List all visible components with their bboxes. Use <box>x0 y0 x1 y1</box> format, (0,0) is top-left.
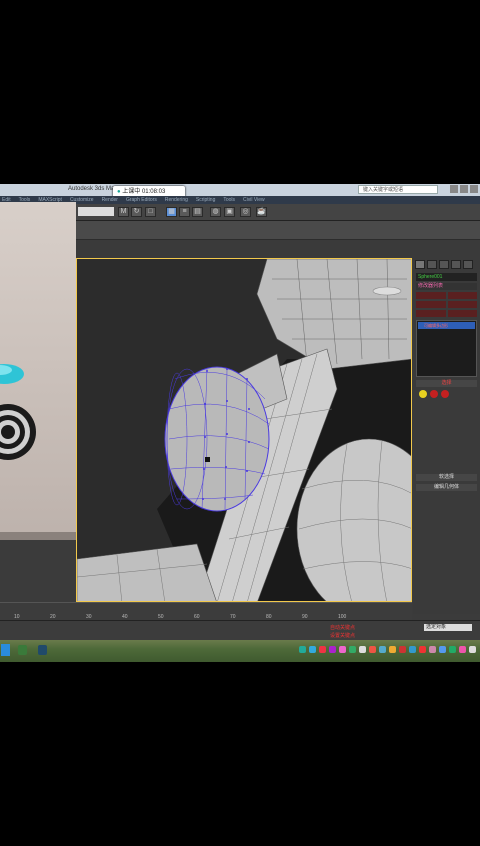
tray-app-icon[interactable] <box>319 646 326 653</box>
file-explorer-icon[interactable] <box>18 645 27 655</box>
timeline[interactable]: 10 20 30 40 50 60 70 80 90 100 <box>0 602 412 621</box>
modifier-buttons-row <box>416 292 477 299</box>
menu-item[interactable]: Scripting <box>196 196 215 204</box>
modify-tab-icon[interactable] <box>427 260 437 269</box>
system-tray <box>299 646 476 653</box>
modifier-stack[interactable]: 可编辑多边形 <box>416 320 477 377</box>
motion-tab-icon[interactable] <box>451 260 461 269</box>
tray-app-icon[interactable] <box>429 646 436 653</box>
modifier-button[interactable] <box>447 292 477 299</box>
tray-app-icon[interactable] <box>419 646 426 653</box>
tray-app-icon[interactable] <box>359 646 366 653</box>
layer-icon[interactable]: ≡ <box>179 207 190 217</box>
tray-app-icon[interactable] <box>389 646 396 653</box>
auto-key-button[interactable]: 自动关键点 <box>330 624 355 631</box>
tray-app-icon[interactable] <box>399 646 406 653</box>
rendered-object-image <box>0 364 76 540</box>
modifier-button[interactable] <box>447 301 477 308</box>
tray-app-icon[interactable] <box>469 646 476 653</box>
modifier-buttons-row <box>416 301 477 308</box>
browser-icon[interactable] <box>38 645 47 655</box>
tray-app-icon[interactable] <box>349 646 356 653</box>
render-setup-icon[interactable]: ◍ <box>210 207 221 217</box>
command-panel: Sphere001 修改器列表 可编辑多边形 选择 软选择 编辑几何体 <box>413 258 480 614</box>
menu-item[interactable]: Render <box>102 196 118 204</box>
modifier-button[interactable] <box>416 301 446 308</box>
modifier-button[interactable] <box>447 310 477 317</box>
rollout-edit-geometry-header[interactable]: 编辑几何体 <box>416 484 477 491</box>
tray-app-icon[interactable] <box>439 646 446 653</box>
polygon-mode-icon[interactable] <box>441 390 449 398</box>
tray-app-icon[interactable] <box>379 646 386 653</box>
desktop-screen: Autodesk 3ds Max 键入关键字或短语 ● 上课中 01:08:03… <box>0 184 480 662</box>
menu-item[interactable]: Rendering <box>165 196 188 204</box>
region-icon[interactable]: ▦ <box>166 207 177 217</box>
render-icon[interactable]: ▣ <box>224 207 235 217</box>
mouse-cursor <box>205 457 210 462</box>
timer-dot-icon: ● <box>117 189 121 195</box>
hierarchy-tab-icon[interactable] <box>439 260 449 269</box>
rollout-soft-selection-header[interactable]: 软选择 <box>416 474 477 481</box>
tray-app-icon[interactable] <box>299 646 306 653</box>
maximize-icon[interactable] <box>460 185 468 193</box>
material-icon[interactable]: ▤ <box>192 207 203 217</box>
window-controls <box>450 185 478 193</box>
modifier-stack-item[interactable]: 可编辑多边形 <box>418 322 475 329</box>
title-bar: Autodesk 3ds Max 键入关键字或短语 <box>0 184 480 196</box>
modifier-buttons-row <box>416 310 477 317</box>
set-key-button[interactable]: 设置关键点 <box>330 632 355 639</box>
modifier-button[interactable] <box>416 310 446 317</box>
rollout-selection-title: 选择 <box>441 380 452 386</box>
rotate-icon[interactable]: ↻ <box>131 207 142 217</box>
rollout-selection-header[interactable]: 选择 <box>416 380 477 387</box>
scale-icon[interactable]: □ <box>145 207 156 217</box>
move-icon[interactable]: M <box>118 207 129 217</box>
render-frame-window <box>0 202 76 540</box>
selection-set-dropdown[interactable] <box>78 207 114 216</box>
edge-mode-icon[interactable] <box>430 390 438 398</box>
tray-app-icon[interactable] <box>459 646 466 653</box>
windows-taskbar <box>0 640 480 662</box>
tray-app-icon[interactable] <box>309 646 316 653</box>
menu-item[interactable]: Tools <box>223 196 235 204</box>
close-icon[interactable] <box>470 185 478 193</box>
tray-app-icon[interactable] <box>339 646 346 653</box>
menu-item[interactable]: Civil View <box>243 196 265 204</box>
minimize-icon[interactable] <box>450 185 458 193</box>
display-tab-icon[interactable] <box>463 260 473 269</box>
menu-item[interactable]: Graph Editors <box>126 196 157 204</box>
tray-app-icon[interactable] <box>449 646 456 653</box>
selection-options <box>413 401 480 471</box>
modifier-list-dropdown[interactable]: 修改器列表 <box>416 283 477 290</box>
tray-app-icon[interactable] <box>329 646 336 653</box>
object-name-field[interactable]: Sphere001 <box>416 273 477 281</box>
subobject-icons <box>419 390 474 398</box>
render-frame-icon[interactable]: ◎ <box>240 207 251 217</box>
status-bar: 自动关键点 设置关键点 选定对象 <box>0 620 480 641</box>
tray-app-icon[interactable] <box>409 646 416 653</box>
key-filter-dropdown[interactable]: 选定对象 <box>424 624 472 631</box>
modifier-button[interactable] <box>416 292 446 299</box>
command-panel-tabs <box>413 258 480 271</box>
timer-label: 上课中 01:08:03 <box>122 189 166 195</box>
perspective-viewport[interactable] <box>76 258 412 602</box>
tray-app-icon[interactable] <box>369 646 376 653</box>
start-icon[interactable] <box>1 644 10 656</box>
search-input[interactable]: 键入关键字或短语 <box>358 185 438 194</box>
window-title: Autodesk 3ds Max <box>68 186 118 192</box>
viewport-scene <box>77 259 411 601</box>
create-tab-icon[interactable] <box>415 260 425 269</box>
teapot-icon[interactable]: ☕ <box>256 207 267 217</box>
vertex-mode-icon[interactable] <box>419 390 427 398</box>
